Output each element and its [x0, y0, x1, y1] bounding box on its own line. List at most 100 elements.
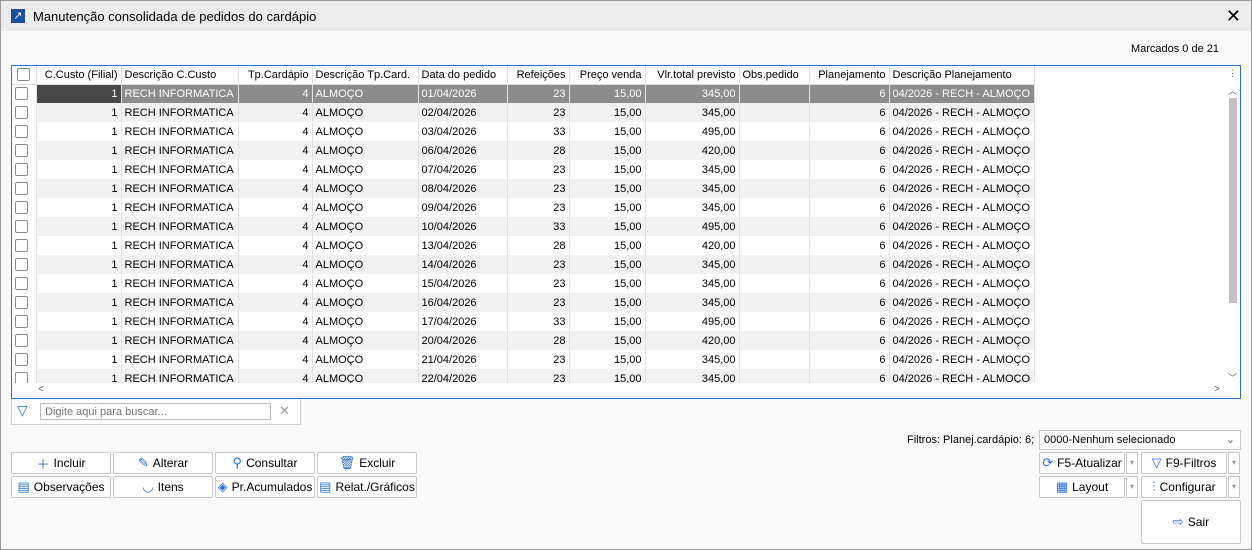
atualizar-dropdown[interactable]: ▾ [1126, 452, 1138, 474]
table-row[interactable]: 1 RECH INFORMATICA 4 ALMOÇO 16/04/2026 23 15,0… [12, 293, 1041, 312]
table-row[interactable]: 1 RECH INFORMATICA 4 ALMOÇO 13/04/2026 28 15,0… [12, 236, 1041, 255]
consultar-button[interactable]: ⚲ Consultar [215, 452, 315, 474]
cell-data-pedido: 13/04/2026 [418, 236, 508, 255]
table-row[interactable]: 1 RECH INFORMATICA 4 ALMOÇO 20/04/2026 28 15,0… [12, 331, 1041, 350]
scroll-thumb[interactable] [1229, 98, 1237, 303]
column-header-vlr-total-previsto[interactable]: Vlr.total previsto [645, 66, 740, 85]
clear-search-icon[interactable]: ✕ [279, 403, 290, 419]
column-header-descricao-tp-card[interactable]: Descrição Tp.Card. [312, 66, 419, 85]
column-header-descricao-planejamento[interactable]: Descrição Planejamento [889, 66, 1035, 85]
alterar-button[interactable]: ✎ Alterar [113, 452, 213, 474]
layout-dropdown[interactable]: ▾ [1126, 476, 1138, 498]
cell-data-pedido: 06/04/2026 [418, 141, 508, 160]
cell-descricao-c-custo: RECH INFORMATICA [121, 160, 239, 179]
cell-descricao-planejamento: 04/2026 - RECH - ALMOÇO [889, 122, 1035, 141]
observacoes-button[interactable]: ▤ Observações [11, 476, 111, 498]
cell-descricao-tp-card: ALMOÇO [312, 293, 419, 312]
row-checkbox[interactable] [12, 160, 37, 179]
sair-button[interactable]: ⇨ Sair [1141, 500, 1241, 544]
table-row[interactable]: 1 RECH INFORMATICA 4 ALMOÇO 21/04/2026 23 15,0… [12, 350, 1041, 369]
cell-vlr-total-previsto: 495,00 [645, 122, 740, 141]
incluir-button[interactable]: ＋ Incluir [11, 452, 111, 474]
cell-planejamento: 6 [809, 293, 890, 312]
row-checkbox[interactable] [12, 103, 37, 122]
column-header-descricao-c-custo[interactable]: Descrição C.Custo [121, 66, 239, 85]
planejamento-select[interactable]: 0000-Nenhum selecionado ⌄ [1039, 430, 1241, 450]
table-row[interactable]: 1 RECH INFORMATICA 4 ALMOÇO 08/04/2026 23 15,0… [12, 179, 1041, 198]
column-header-data-pedido[interactable]: Data do pedido [418, 66, 508, 85]
row-checkbox[interactable] [12, 84, 37, 103]
table-row[interactable]: 1 RECH INFORMATICA 4 ALMOÇO 01/04/2026 23 15,0… [12, 84, 1041, 103]
configurar-dropdown[interactable]: ▾ [1228, 476, 1240, 498]
cell-tp-cardapio: 4 [238, 141, 313, 160]
itens-button[interactable]: ◡ Itens [113, 476, 213, 498]
scroll-up-icon[interactable]: ︿ [1225, 84, 1240, 97]
cell-vlr-total-previsto: 345,00 [645, 255, 740, 274]
atualizar-button[interactable]: ⟳ F5-Atualizar [1039, 452, 1125, 474]
row-filler [1034, 84, 1041, 103]
row-checkbox[interactable] [12, 331, 37, 350]
table-row[interactable]: 1 RECH INFORMATICA 4 ALMOÇO 14/04/2026 23 15,0… [12, 255, 1041, 274]
column-header-c-custo[interactable]: C.Custo (Filial) [36, 66, 122, 85]
cell-obs-pedido [739, 160, 810, 179]
cell-data-pedido: 21/04/2026 [418, 350, 508, 369]
cell-vlr-total-previsto: 345,00 [645, 293, 740, 312]
horizontal-scrollbar[interactable]: < > [12, 383, 1226, 398]
table-row[interactable]: 1 RECH INFORMATICA 4 ALMOÇO 09/04/2026 23 15,0… [12, 198, 1041, 217]
layout-button[interactable]: ▦ Layout [1039, 476, 1125, 498]
row-checkbox[interactable] [12, 217, 37, 236]
cell-refeicoes: 23 [507, 274, 570, 293]
table-row[interactable]: 1 RECH INFORMATICA 4 ALMOÇO 07/04/2026 23 15,0… [12, 160, 1041, 179]
column-header-preco-venda[interactable]: Preço venda [569, 66, 646, 85]
table-row[interactable]: 1 RECH INFORMATICA 4 ALMOÇO 17/04/2026 33 15,0… [12, 312, 1041, 331]
close-icon[interactable]: ✕ [1226, 6, 1241, 27]
filtros-dropdown[interactable]: ▾ [1228, 452, 1240, 474]
column-header-tp-cardapio[interactable]: Tp.Cardápio [238, 66, 313, 85]
table-row[interactable]: 1 RECH INFORMATICA 4 ALMOÇO 15/04/2026 23 15,0… [12, 274, 1041, 293]
cell-descricao-tp-card: ALMOÇO [312, 103, 419, 122]
column-menu-icon[interactable]: ⋮ [1225, 68, 1240, 79]
column-header-planejamento[interactable]: Planejamento [809, 66, 890, 85]
cell-tp-cardapio: 4 [238, 198, 313, 217]
table-row[interactable]: 1 RECH INFORMATICA 4 ALMOÇO 10/04/2026 33 15,0… [12, 217, 1041, 236]
column-header-refeicoes[interactable]: Refeições [507, 66, 570, 85]
filter-icon[interactable]: ▽ [17, 402, 28, 419]
scroll-left-icon[interactable]: < [38, 384, 44, 395]
cell-planejamento: 6 [809, 217, 890, 236]
relatorios-button[interactable]: ▤ Relat./Gráficos [317, 476, 417, 498]
column-header-obs-pedido[interactable]: Obs.pedido [739, 66, 810, 85]
table-row[interactable]: 1 RECH INFORMATICA 4 ALMOÇO 03/04/2026 33 15,0… [12, 122, 1041, 141]
vertical-scrollbar[interactable]: ⋮ ︿ ﹀ [1225, 68, 1240, 384]
scroll-right-icon[interactable]: > [1214, 384, 1220, 395]
cell-planejamento: 6 [809, 350, 890, 369]
filtros-button[interactable]: ▽ F9-Filtros [1141, 452, 1227, 474]
row-checkbox[interactable] [12, 198, 37, 217]
row-checkbox[interactable] [12, 293, 37, 312]
cell-preco-venda: 15,00 [569, 179, 646, 198]
cell-descricao-tp-card: ALMOÇO [312, 350, 419, 369]
cell-descricao-c-custo: RECH INFORMATICA [121, 293, 239, 312]
scroll-down-icon[interactable]: ﹀ [1225, 371, 1240, 384]
row-checkbox[interactable] [12, 255, 37, 274]
cell-data-pedido: 20/04/2026 [418, 331, 508, 350]
table-row[interactable]: 1 RECH INFORMATICA 4 ALMOÇO 02/04/2026 23 15,0… [12, 103, 1041, 122]
row-checkbox[interactable] [12, 312, 37, 331]
cell-refeicoes: 33 [507, 122, 570, 141]
row-checkbox[interactable] [12, 350, 37, 369]
row-filler [1034, 141, 1041, 160]
row-checkbox[interactable] [12, 141, 37, 160]
acumulados-button[interactable]: ◈ Pr.Acumulados [215, 476, 315, 498]
search-input[interactable] [40, 403, 271, 420]
configurar-button[interactable]: ⫶ Configurar [1141, 476, 1227, 498]
row-filler [1034, 103, 1041, 122]
select-all-checkbox[interactable] [12, 66, 37, 85]
excluir-button[interactable]: 🗑 Excluir [317, 452, 417, 474]
table-row[interactable]: 1 RECH INFORMATICA 4 ALMOÇO 06/04/2026 28 15,0… [12, 141, 1041, 160]
cell-tp-cardapio: 4 [238, 255, 313, 274]
cell-planejamento: 6 [809, 103, 890, 122]
row-checkbox[interactable] [12, 236, 37, 255]
cell-obs-pedido [739, 236, 810, 255]
row-checkbox[interactable] [12, 179, 37, 198]
row-checkbox[interactable] [12, 274, 37, 293]
row-checkbox[interactable] [12, 122, 37, 141]
